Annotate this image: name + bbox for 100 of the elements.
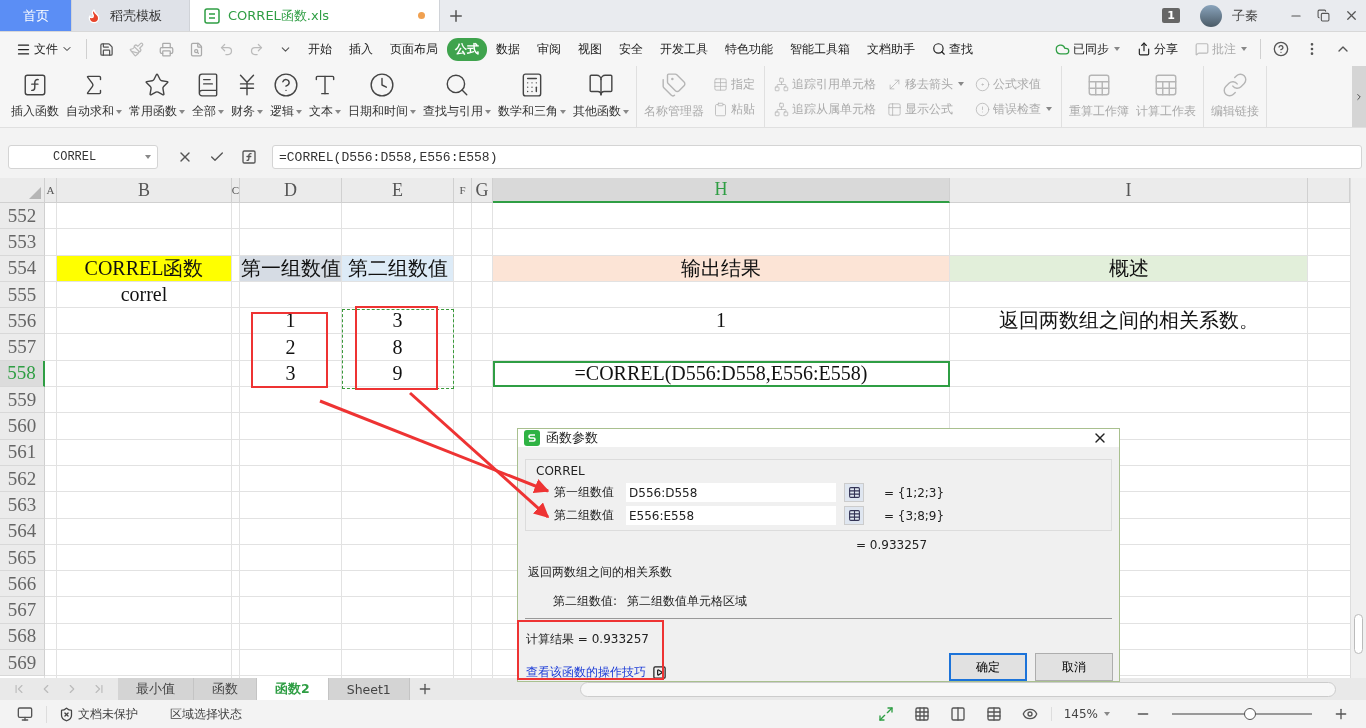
row-header[interactable]: 561 — [0, 439, 45, 466]
save-icon[interactable] — [99, 41, 114, 57]
ribbon-button[interactable]: 常用函数 — [126, 66, 188, 127]
formula-field[interactable]: =CORREL(D556:D558,E556:E558) — [272, 145, 1362, 169]
range-picker-button[interactable] — [844, 506, 864, 526]
ribbon-tab[interactable]: 开发工具 — [652, 37, 716, 61]
row-header[interactable]: 564 — [0, 518, 45, 545]
column-header[interactable]: F — [454, 178, 472, 203]
sheet-tab[interactable]: Sheet1 — [328, 678, 410, 700]
ribbon-button[interactable]: 日期和时间 — [345, 66, 419, 127]
caret-icon — [1241, 47, 1247, 51]
sheet-tab[interactable]: 函数 — [194, 678, 257, 700]
table-cell: =CORREL(D556:D558,E556:E558) — [493, 360, 950, 388]
protection-status[interactable]: 文档未保护 — [46, 705, 150, 723]
ribbon-tab[interactable]: 审阅 — [529, 37, 569, 61]
argument-field[interactable]: D556:D558 — [626, 483, 836, 503]
row-header[interactable]: 563 — [0, 492, 45, 519]
range-picker-button[interactable] — [844, 483, 864, 503]
row-header[interactable]: 552 — [0, 203, 45, 230]
row-header[interactable]: 567 — [0, 597, 45, 624]
row-header[interactable]: 566 — [0, 571, 45, 598]
ribbon-button[interactable]: 查找与引用 — [420, 66, 494, 127]
ribbon-button[interactable]: 其他函数 — [570, 66, 632, 127]
question-icon — [273, 72, 299, 98]
user-avatar[interactable] — [1200, 4, 1222, 27]
monitor-icon[interactable] — [17, 706, 33, 722]
ribbon-tab[interactable]: 数据 — [488, 37, 528, 61]
grid-icon[interactable] — [913, 706, 930, 722]
eye-icon[interactable] — [1021, 706, 1038, 722]
clipboard-icon — [713, 101, 728, 117]
row-header[interactable]: 559 — [0, 387, 45, 414]
row-header[interactable]: 554 — [0, 255, 45, 282]
column-header[interactable]: B — [57, 178, 232, 203]
ribbon-tab[interactable]: 视图 — [570, 37, 610, 61]
ribbon-button[interactable]: 数学和三角 — [495, 66, 569, 127]
column-header[interactable]: E — [342, 178, 454, 203]
ribbon-tab[interactable]: 安全 — [611, 37, 651, 61]
ribbon-button[interactable]: 文本 — [306, 66, 344, 127]
row-header[interactable]: 569 — [0, 650, 45, 677]
row-header[interactable]: 555 — [0, 281, 45, 309]
shield-icon — [59, 706, 74, 722]
name-box[interactable]: CORREL — [8, 145, 158, 169]
table-cell: 1 — [493, 308, 950, 335]
row-header[interactable]: 553 — [0, 229, 45, 256]
column-header[interactable]: I — [950, 178, 1308, 203]
document-tab[interactable]: 稻壳模板 — [72, 0, 190, 31]
row-header[interactable]: 562 — [0, 465, 45, 493]
ribbon-tab[interactable]: 插入 — [341, 37, 381, 61]
sync-button[interactable]: 已同步 — [1047, 37, 1128, 61]
ribbon-button[interactable]: 全部 — [189, 66, 227, 127]
ribbon-tab[interactable]: 开始 — [300, 37, 340, 61]
close-icon[interactable] — [1344, 8, 1359, 23]
row-header[interactable]: 568 — [0, 623, 45, 651]
table-cell: 9 — [342, 360, 454, 388]
caret-icon — [218, 109, 224, 114]
table-cell: 3 — [240, 360, 342, 388]
ok-button[interactable]: 确定 — [949, 653, 1027, 681]
ribbon-tab[interactable]: 特色功能 — [717, 37, 781, 61]
help-icon[interactable] — [1273, 41, 1289, 57]
row-header[interactable]: 565 — [0, 544, 45, 572]
columns-icon[interactable] — [949, 706, 966, 722]
argument-result: = {3;8;9} — [884, 508, 945, 523]
sheet-tab[interactable]: 最小值 — [118, 678, 194, 700]
argument-result: = {1;2;3} — [884, 485, 945, 500]
ribbon-button[interactable]: 财务 — [228, 66, 266, 127]
caret-icon — [257, 109, 263, 114]
function-icon[interactable] — [241, 149, 257, 165]
share-button[interactable]: 分享 — [1129, 37, 1186, 61]
vertical-scrollbar[interactable] — [1350, 178, 1366, 678]
row-header[interactable]: 557 — [0, 334, 45, 361]
zoom-in-icon[interactable] — [1333, 706, 1349, 722]
column-header[interactable]: G — [472, 178, 493, 203]
row-header[interactable]: 556 — [0, 308, 45, 335]
ribbon-tab[interactable]: 页面布局 — [382, 37, 446, 61]
video-icon[interactable] — [652, 665, 667, 680]
notification-count[interactable]: 1 — [1162, 8, 1180, 23]
sheet-tab[interactable]: 函数2 — [257, 678, 329, 700]
column-header[interactable]: D — [240, 178, 342, 203]
hint-text: 第二组数值单元格区域 — [627, 593, 748, 611]
ribbon-button[interactable]: 自动求和 — [63, 66, 125, 127]
slider-thumb[interactable] — [1244, 708, 1257, 720]
user-name[interactable]: 子秦 — [1232, 6, 1258, 25]
table-icon[interactable] — [985, 706, 1002, 722]
search-button[interactable]: 查找 — [924, 37, 981, 61]
document-tab[interactable]: CORREL函数.xls — [190, 0, 440, 31]
file-menu[interactable]: 文件 — [8, 37, 81, 61]
zoom-dropdown[interactable]: 145% — [1050, 707, 1122, 721]
ribbon-button[interactable]: 逻辑 — [267, 66, 305, 127]
ribbon-button[interactable]: 插入函数 — [8, 66, 62, 127]
fullscreen-icon[interactable] — [877, 706, 894, 722]
restore-icon[interactable] — [1317, 9, 1330, 22]
ribbon-tab[interactable]: 智能工具箱 — [782, 37, 858, 61]
argument-field[interactable]: E556:E558 — [626, 506, 836, 526]
horizontal-scrollbar[interactable] — [579, 682, 1336, 697]
row-header[interactable]: 560 — [0, 413, 45, 440]
cancel-button[interactable]: 取消 — [1035, 653, 1113, 681]
column-header[interactable]: A — [45, 178, 57, 203]
help-link[interactable]: 查看该函数的操作技巧 — [526, 664, 646, 681]
ribbon-tab[interactable]: 文档助手 — [859, 37, 923, 61]
caret-icon — [410, 109, 416, 114]
